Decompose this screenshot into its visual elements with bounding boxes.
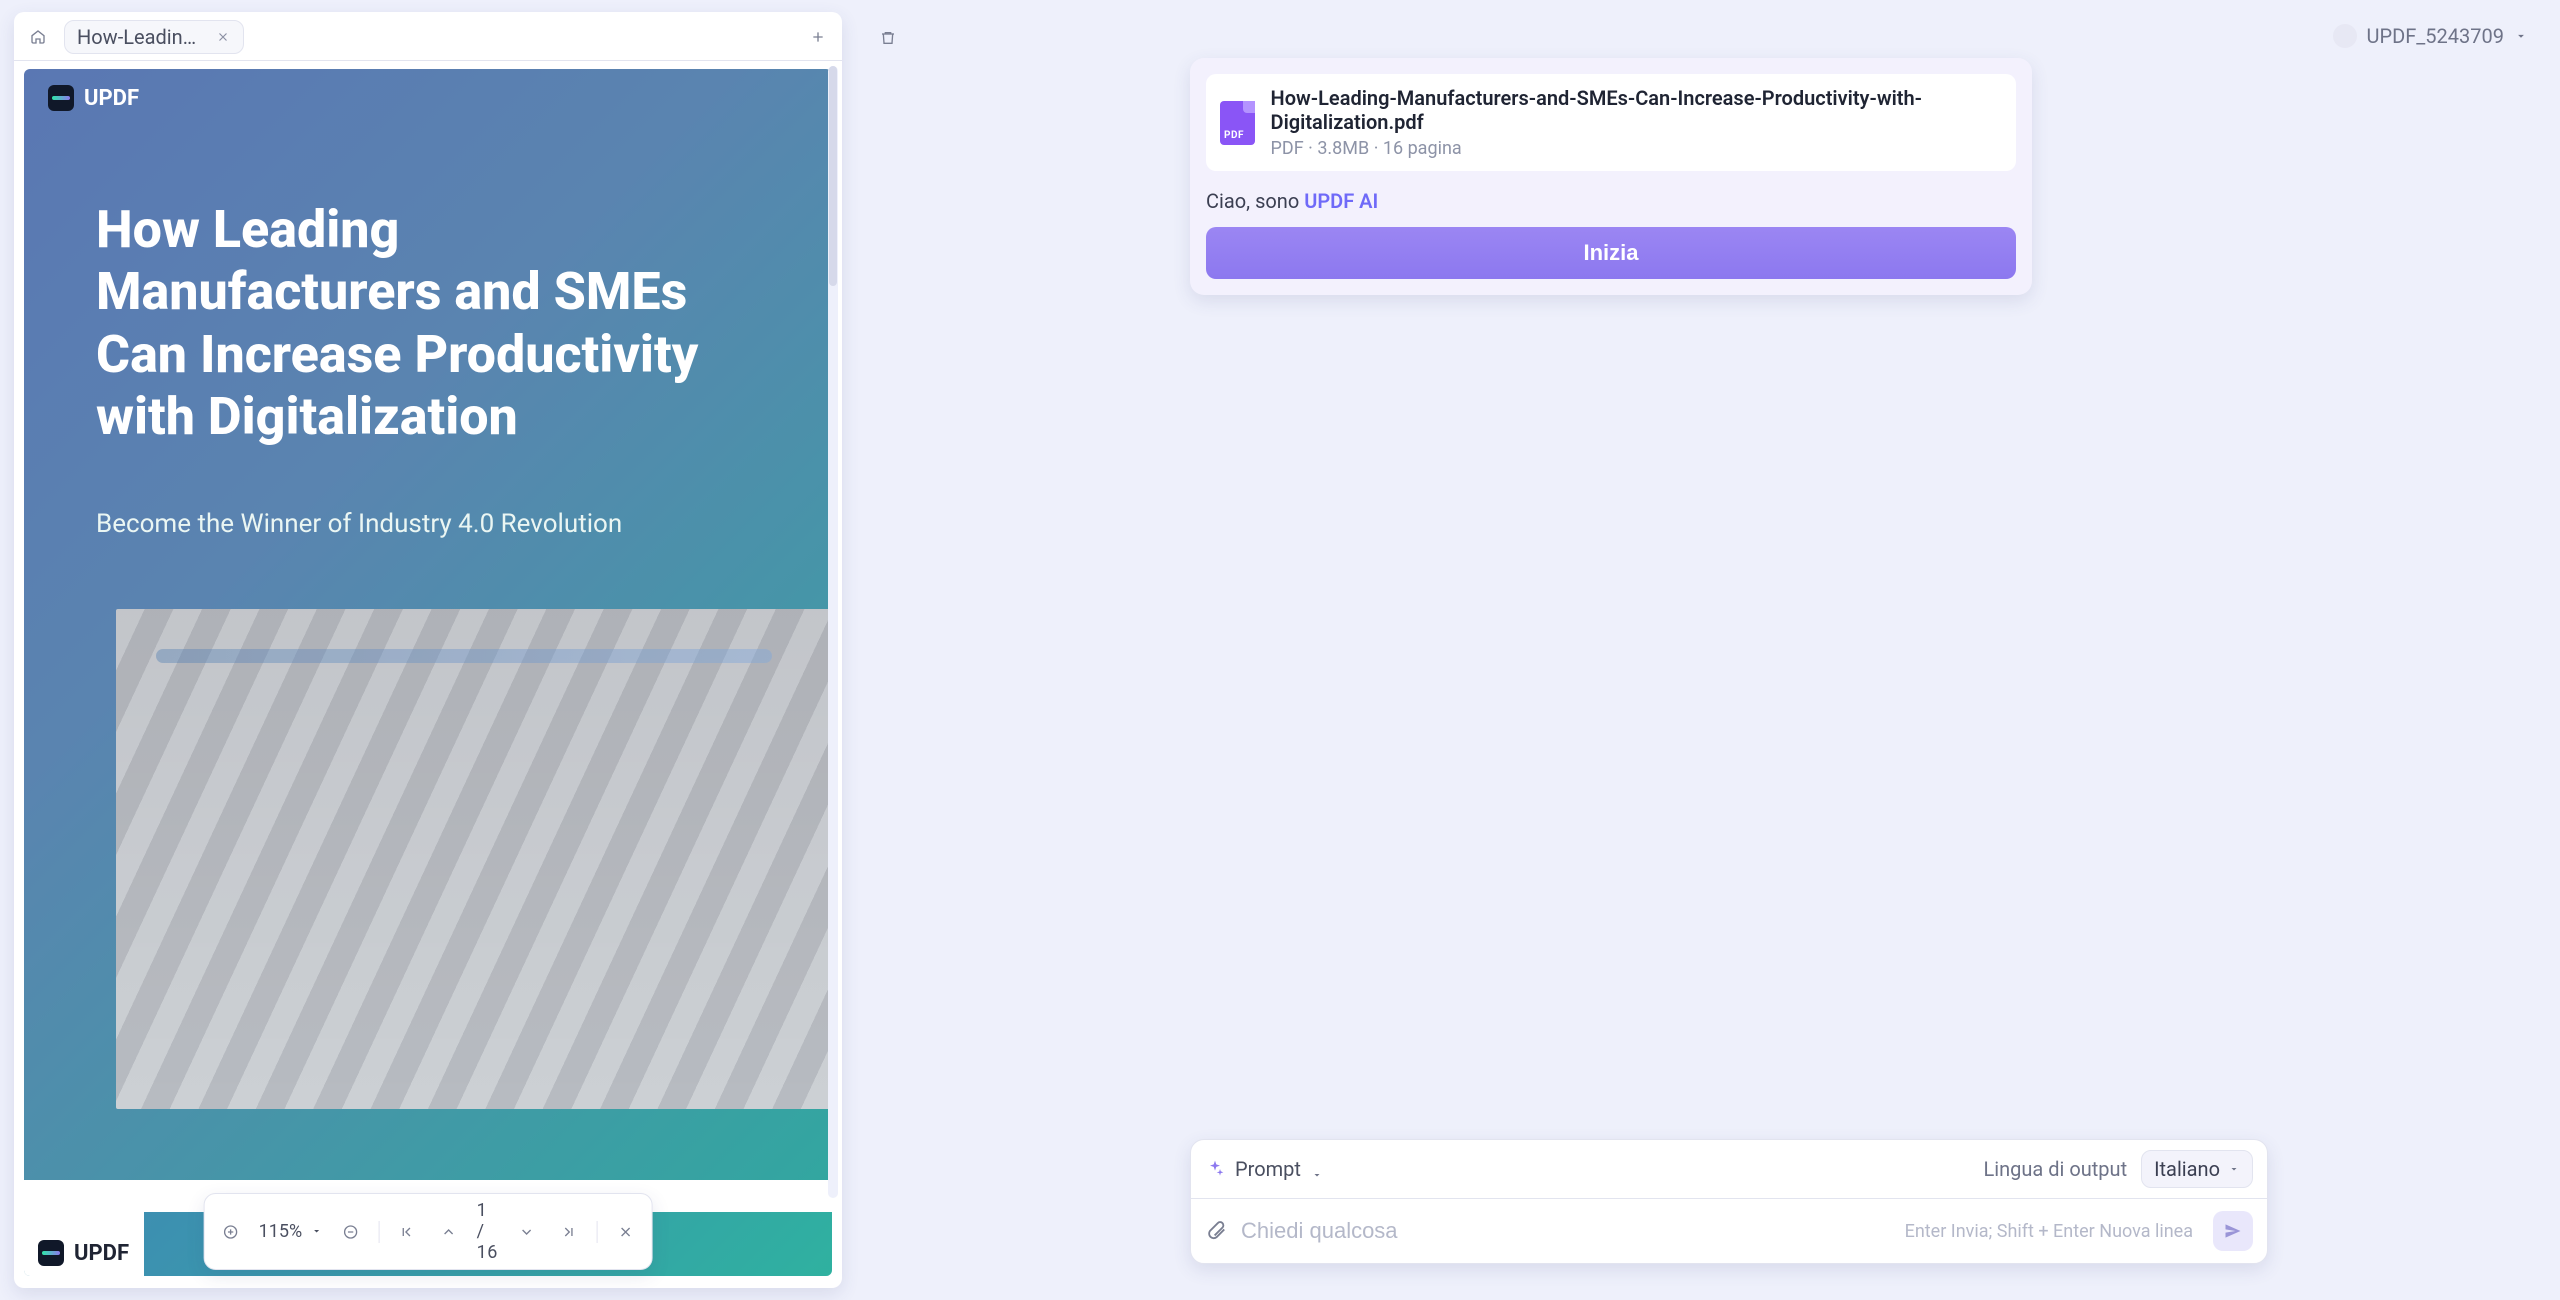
page-indicator: 1 / 16	[477, 1200, 499, 1263]
scrollbar-thumb[interactable]	[829, 66, 837, 286]
brand-name: UPDF	[74, 1241, 129, 1266]
first-page-button[interactable]	[393, 1218, 421, 1246]
chat-input[interactable]	[1239, 1217, 1893, 1245]
greeting-text: Ciao, sono UPDF AI	[1206, 189, 2016, 213]
next-page-button[interactable]	[513, 1218, 541, 1246]
cover-brand: UPDF	[48, 85, 139, 111]
zoom-in-button[interactable]	[217, 1218, 245, 1246]
output-language-select[interactable]: Italiano	[2141, 1150, 2253, 1188]
brand-mark-icon	[48, 85, 74, 111]
vertical-scrollbar[interactable]	[828, 66, 838, 1198]
last-page-button[interactable]	[555, 1218, 583, 1246]
start-button[interactable]: Inizia	[1206, 227, 2016, 279]
tabstrip: How-Leading-…	[14, 12, 842, 61]
cover-photo	[116, 609, 832, 1109]
viewer-toolbar: 115% 1 / 16	[204, 1193, 653, 1270]
chevron-down-icon	[2514, 24, 2528, 48]
footer-brand: UPDF	[38, 1240, 129, 1266]
pdf-viewer: How-Leading-… UPDF How Leading Manufact	[14, 12, 842, 1288]
file-name: How-Leading-Manufacturers-and-SMEs-Can-I…	[1271, 86, 2002, 134]
document-cover: UPDF How Leading Manufacturers and SMEs …	[24, 69, 832, 1276]
prompt-dropdown[interactable]: Prompt	[1205, 1157, 1325, 1181]
pdf-file-icon: PDF	[1220, 101, 1255, 145]
chevron-down-icon	[1311, 1162, 1325, 1176]
avatar-icon	[2333, 24, 2357, 48]
sparkle-icon	[1205, 1159, 1225, 1179]
chat-card: PDF How-Leading-Manufacturers-and-SMEs-C…	[1190, 58, 2032, 295]
attach-icon[interactable]	[1205, 1218, 1227, 1244]
page-total: 16	[477, 1242, 498, 1263]
file-meta: PDF · 3.8MB · 16 pagina	[1271, 138, 2002, 159]
account-chip[interactable]: UPDF_5243709	[2333, 24, 2528, 48]
prev-page-button[interactable]	[435, 1218, 463, 1246]
new-tab-button[interactable]	[804, 23, 832, 51]
updf-ai-link[interactable]: UPDF AI	[1304, 189, 1378, 213]
output-language-label: Lingua di output	[1983, 1157, 2127, 1181]
delete-icon[interactable]	[874, 24, 902, 52]
file-chip[interactable]: PDF How-Leading-Manufacturers-and-SMEs-C…	[1206, 74, 2016, 171]
zoom-out-button[interactable]	[336, 1218, 364, 1246]
home-icon[interactable]	[24, 23, 52, 51]
composer: Prompt Lingua di output Italiano	[1190, 1139, 2268, 1264]
brand-name: UPDF	[84, 86, 139, 111]
send-button[interactable]	[2213, 1211, 2253, 1251]
prompt-label: Prompt	[1235, 1157, 1301, 1181]
brand-mark-icon	[38, 1240, 64, 1266]
page-current: 1	[477, 1200, 488, 1221]
username: UPDF_5243709	[2367, 24, 2504, 48]
tab-label: How-Leading-…	[77, 25, 203, 49]
zoom-dropdown-icon[interactable]	[310, 1221, 322, 1242]
tab-document[interactable]: How-Leading-…	[64, 20, 244, 54]
tab-close-icon[interactable]	[213, 26, 233, 48]
zoom-label: 115%	[259, 1221, 303, 1242]
close-toolbar-button[interactable]	[611, 1218, 639, 1246]
cover-title: How Leading Manufacturers and SMEs Can I…	[96, 199, 736, 449]
cover-subtitle: Become the Winner of Industry 4.0 Revolu…	[96, 509, 622, 539]
composer-hint: Enter Invia; Shift + Enter Nuova linea	[1905, 1221, 2193, 1242]
document-page[interactable]: UPDF How Leading Manufacturers and SMEs …	[24, 69, 832, 1276]
